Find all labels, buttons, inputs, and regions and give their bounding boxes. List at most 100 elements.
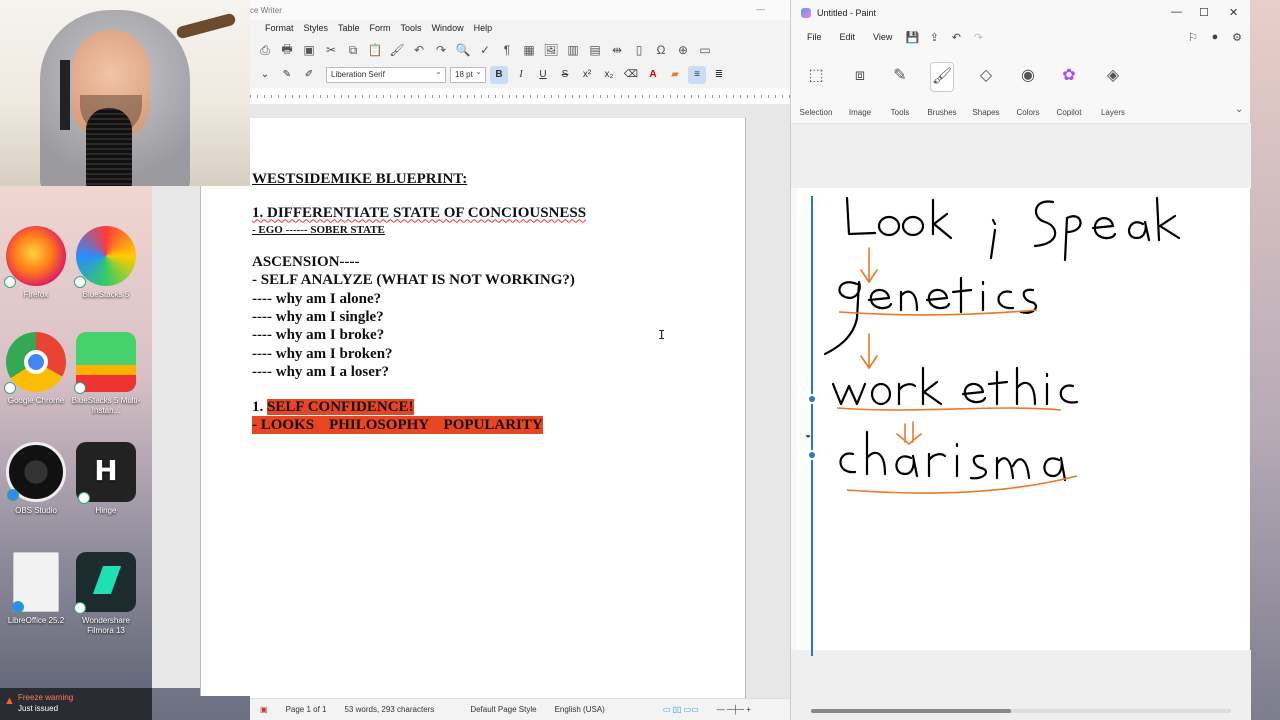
desktop-icon-bluestacks-multi[interactable]: BlueStacks 5 Multi-Instan... (70, 332, 142, 416)
highlight-color-button[interactable]: ▰ (666, 66, 684, 84)
new-style-icon[interactable]: ✐ (300, 66, 318, 84)
desktop-icon-filmora[interactable]: Wondershare Filmora 13 (70, 552, 142, 636)
view-layout-icon[interactable]: ▭ ▯▯ ▭▭ (663, 705, 699, 714)
paragraph-style-dropdown[interactable]: ⌄ (256, 66, 274, 84)
subscript-button[interactable]: x₂ (600, 66, 618, 84)
desktop-icon-libreoffice[interactable]: LibreOffice 25.2 (0, 552, 72, 626)
paste-icon[interactable]: 📋 (366, 43, 384, 57)
ribbon-image[interactable]: ⧈ Image (838, 62, 882, 117)
maximize-icon[interactable]: ☐ (1199, 6, 1209, 19)
paint-window-title: Untitled - Paint (817, 8, 877, 18)
menu-styles[interactable]: Styles (299, 20, 334, 38)
writer-window: ce Writer — Format Styles Table Form Too… (250, 0, 790, 720)
strikethrough-button[interactable]: S (556, 66, 574, 84)
menu-edit[interactable]: Edit (834, 30, 862, 44)
close-icon[interactable]: ✕ (1229, 6, 1238, 19)
insert-image-icon[interactable]: 🖼 (542, 43, 560, 57)
print-preview-icon[interactable]: ▣ (300, 43, 318, 57)
menu-help[interactable]: Help (469, 20, 498, 38)
page-break-icon[interactable]: ⇹ (608, 43, 626, 57)
desktop-icon-chrome[interactable]: Google Chrome (0, 332, 72, 406)
cut-icon[interactable]: ✂ (322, 43, 340, 57)
insert-table-icon[interactable]: ▦ (520, 43, 538, 57)
desktop-icon-hinge[interactable]: H Hinge (70, 442, 142, 516)
special-character-icon[interactable]: Ω (652, 43, 670, 57)
menu-table[interactable]: Table (333, 20, 365, 38)
opacity-icon: ◒ (805, 430, 812, 441)
ribbon-colors[interactable]: ◉ Colors (1006, 62, 1050, 117)
font-size-box[interactable]: 18 pt (450, 67, 486, 83)
desktop-icon-bluestacks[interactable]: BlueStacks 5 (70, 226, 142, 300)
update-style-icon[interactable]: ✎ (278, 66, 296, 84)
status-words[interactable]: 53 words, 293 characters (344, 705, 434, 714)
menu-form[interactable]: Form (365, 20, 396, 38)
chrome-icon (4, 332, 66, 394)
share-icon[interactable]: ⇪ (926, 31, 942, 44)
ribbon-shapes[interactable]: ◇ Shapes (964, 62, 1008, 117)
canvas-hscrollbar[interactable] (811, 709, 1231, 713)
formatting-marks-icon[interactable]: ¶ (498, 43, 516, 57)
ribbon-copilot[interactable]: ✿ Copilot (1047, 62, 1091, 117)
redo-icon[interactable]: ↷ (432, 43, 450, 57)
redo-icon[interactable]: ↷ (970, 31, 986, 44)
export-pdf-icon[interactable]: ⎙ (256, 43, 274, 58)
status-page[interactable]: Page 1 of 1 (286, 705, 327, 714)
bold-button[interactable]: B (490, 66, 508, 84)
doc-heading: WESTSIDEMIKE BLUEPRINT: (252, 171, 468, 187)
doc-item2-highlight: SELF CONFIDENCE! (267, 398, 414, 415)
account-icon[interactable]: ● (1207, 31, 1223, 43)
brush-size-slider[interactable] (811, 196, 813, 656)
hyperlink-icon[interactable]: ⊕ (674, 43, 692, 57)
ribbon-brushes[interactable]: 🖌 Brushes (920, 62, 964, 117)
text-box-icon[interactable]: ▤ (586, 43, 604, 57)
handwriting-charisma (839, 430, 1067, 482)
undo-icon[interactable]: ↶ (948, 31, 964, 44)
horizontal-ruler[interactable] (250, 88, 790, 104)
zoom-slider[interactable]: — ─┼─ + (717, 705, 751, 714)
slider-thumb-size[interactable] (807, 394, 817, 404)
minimize-icon[interactable]: — (756, 4, 765, 14)
menu-window[interactable]: Window (427, 20, 469, 38)
status-page-style[interactable]: Default Page Style (470, 705, 536, 714)
print-icon[interactable]: 🖶 (278, 40, 296, 61)
writer-menubar: Format Styles Table Form Tools Window He… (250, 20, 790, 38)
settings-icon[interactable]: ⚙ (1229, 31, 1245, 44)
desktop-icon-obs[interactable]: OBS Studio (0, 442, 72, 516)
menu-format[interactable]: Format (260, 20, 299, 38)
insert-chart-icon[interactable]: ▥ (564, 43, 582, 57)
ribbon-layers[interactable]: ◈ Layers (1091, 62, 1135, 117)
minimize-icon[interactable]: — (1171, 6, 1182, 18)
desktop-icon-firefox[interactable]: Firefox (0, 226, 72, 300)
menu-tools[interactable]: Tools (396, 20, 427, 38)
ribbon-selection[interactable]: ⬚ Selection (794, 62, 838, 117)
underline-button[interactable]: U (534, 66, 552, 84)
weather-toast[interactable]: ▲ Freeze warning Just issued (0, 688, 152, 720)
spelling-icon[interactable]: ✓ (476, 43, 494, 57)
align-center-button[interactable]: ≣ (710, 66, 728, 84)
copy-icon[interactable]: ⧉ (344, 43, 362, 58)
feedback-icon[interactable]: ⚐ (1185, 31, 1201, 44)
superscript-button[interactable]: x² (578, 66, 596, 84)
menu-file[interactable]: File (801, 30, 828, 44)
slider-thumb-opacity[interactable] (807, 450, 817, 460)
paint-titlebar: Untitled - Paint — ☐ ✕ (791, 0, 1250, 26)
handwriting-drawing (823, 196, 1181, 494)
menu-view[interactable]: View (867, 30, 898, 44)
align-left-button[interactable]: ≡ (688, 66, 706, 84)
document-page[interactable]: WESTSIDEMIKE BLUEPRINT: 1. DIFFERENTIATE… (250, 118, 746, 698)
font-color-button[interactable]: A (644, 66, 662, 84)
ribbon-tools[interactable]: ✎ Tools (878, 62, 922, 117)
paint-canvas[interactable] (797, 188, 1249, 650)
doc-item1: 1. DIFFERENTIATE STATE OF CONCIOUSNESS (252, 205, 587, 222)
clear-formatting-icon[interactable]: ⌫ (622, 66, 640, 84)
undo-icon[interactable]: ↶ (410, 43, 428, 57)
status-language[interactable]: English (USA) (555, 705, 605, 714)
footnote-icon[interactable]: ▭ (696, 43, 714, 57)
font-name-box[interactable]: Liberation Serif (326, 67, 446, 83)
italic-button[interactable]: I (512, 66, 530, 84)
clone-formatting-icon[interactable]: 🖌 (388, 43, 406, 57)
find-replace-icon[interactable]: 🔍 (454, 43, 472, 57)
save-icon[interactable]: 💾 (904, 31, 920, 44)
insert-field-icon[interactable]: ▯ (630, 43, 648, 57)
ribbon-collapse-icon[interactable]: ⌄ (1235, 104, 1243, 115)
